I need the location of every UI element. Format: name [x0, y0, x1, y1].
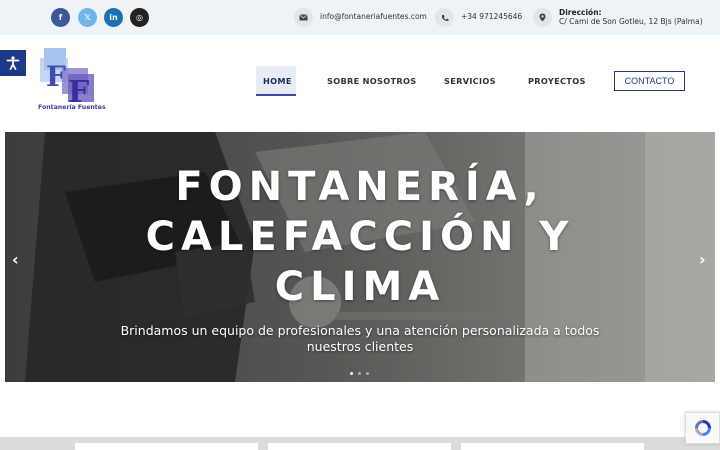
slide-dot[interactable]	[350, 372, 353, 375]
linkedin-icon[interactable]: in	[104, 8, 123, 27]
slide-indicators	[350, 372, 369, 375]
email-link[interactable]: info@fontaneriafuentes.com	[320, 12, 427, 21]
address-text: C/ Cami de Son Gotleu, 12 Bjs (Palma)	[559, 17, 703, 26]
prev-slide-arrow-icon[interactable]: ‹	[12, 250, 19, 269]
feature-card	[75, 443, 258, 450]
address-label: Dirección:	[559, 8, 602, 17]
accessibility-icon	[6, 56, 20, 70]
hero-title-line: CLIMA	[274, 264, 446, 310]
hero-subtitle: Brindamos un equipo de profesionales y u…	[120, 323, 600, 354]
phone-icon	[435, 8, 454, 27]
instagram-icon[interactable]: ◎	[130, 8, 149, 27]
facebook-icon[interactable]: f	[51, 8, 70, 27]
feature-card	[268, 443, 451, 450]
hero-title: FONTANERÍA, CALEFACCIÓN Y CLIMA	[5, 162, 715, 312]
top-bar: f 𝕏 in ◎ info@fontaneriafuentes.com +34 …	[0, 0, 720, 35]
next-slide-arrow-icon[interactable]: ›	[699, 250, 706, 269]
phone-link[interactable]: +34 971245646	[461, 12, 522, 21]
hero-title-line: FONTANERÍA,	[175, 164, 545, 210]
slide-dot[interactable]	[358, 372, 361, 375]
recaptcha-icon	[694, 420, 711, 436]
contact-button[interactable]: CONTACTO	[614, 71, 685, 91]
slide-dot[interactable]	[366, 372, 369, 375]
x-twitter-icon[interactable]: 𝕏	[78, 8, 97, 27]
nav-servicios[interactable]: SERVICIOS	[444, 76, 496, 86]
svg-text:F: F	[46, 60, 66, 93]
nav-home[interactable]: HOME	[263, 76, 292, 86]
nav-proyectos[interactable]: PROYECTOS	[528, 76, 586, 86]
feature-card	[461, 443, 644, 450]
nav-sobre-nosotros[interactable]: SOBRE NOSOTROS	[327, 76, 416, 86]
hero-title-line: CALEFACCIÓN Y	[145, 214, 575, 260]
hero-slider: FONTANERÍA, CALEFACCIÓN Y CLIMA Brindamo…	[5, 132, 715, 382]
logo-text: Fontanería Fuentes	[38, 104, 106, 111]
location-pin-icon	[533, 8, 552, 27]
accessibility-button[interactable]	[0, 50, 26, 76]
envelope-icon	[294, 8, 313, 27]
recaptcha-badge[interactable]	[685, 412, 720, 444]
